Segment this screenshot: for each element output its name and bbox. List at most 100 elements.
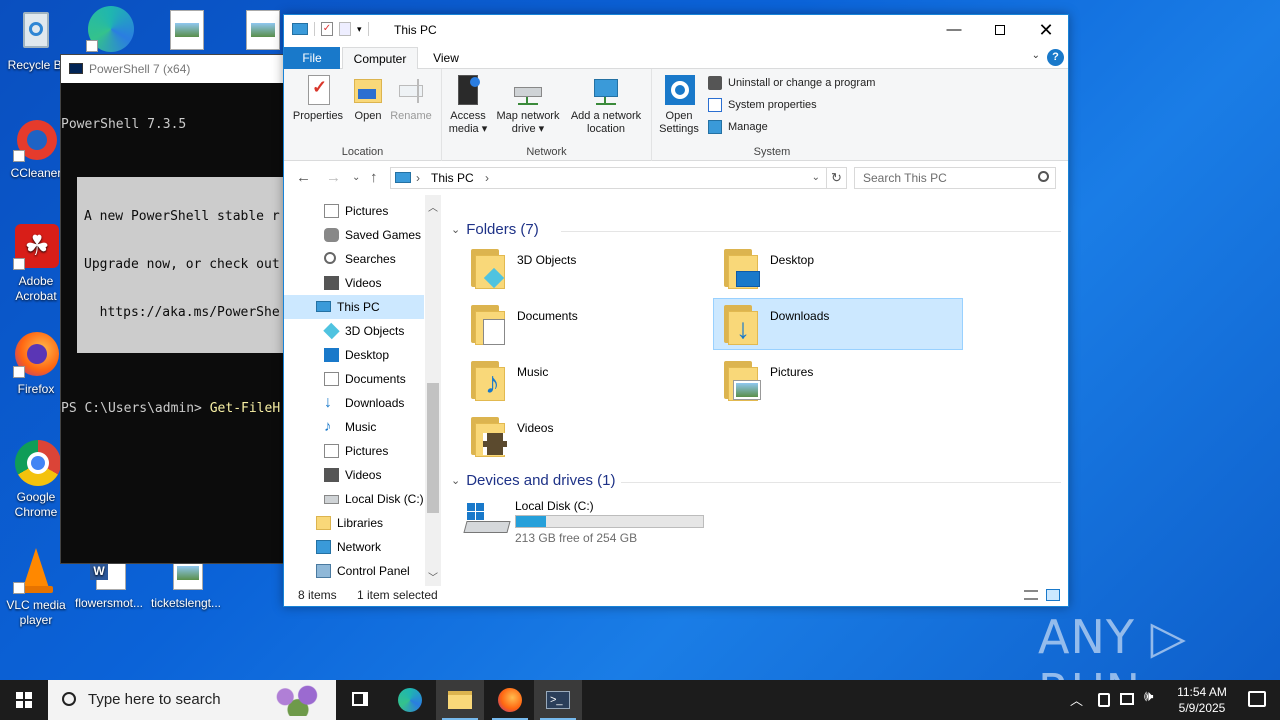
forward-arrow-icon[interactable]: → (326, 169, 341, 186)
ribbon-collapse-icon[interactable]: ⌄ (1032, 50, 1040, 61)
powershell-console[interactable]: PowerShell 7.3.5 A new PowerShell stable… (61, 83, 291, 449)
recycle-bin-icon (13, 8, 59, 54)
scrollbar-thumb[interactable] (427, 383, 439, 513)
address-dropdown-icon[interactable]: ⌄ (812, 168, 820, 188)
nav-item-libraries[interactable]: Libraries (284, 511, 424, 535)
nav-item-network[interactable]: Network (284, 535, 424, 559)
nav-item-3d-objects[interactable]: 3D Objects (284, 319, 424, 343)
desktop-icon-word-doc[interactable]: W flowersmot... (73, 556, 145, 611)
explorer-titlebar[interactable]: ✓ ▾ This PC — ✕ (284, 15, 1068, 47)
powershell-titlebar[interactable]: PowerShell 7 (x64) (61, 55, 291, 83)
scroll-up-icon[interactable]: ︿ (425, 199, 441, 214)
firefox-icon (498, 688, 522, 712)
folder-music[interactable]: ♪ Music (461, 355, 711, 407)
address-bar[interactable]: › This PC › ⌄ (390, 167, 827, 189)
refresh-button[interactable]: ↻ (827, 167, 847, 189)
drive-usage-bar (515, 515, 704, 528)
qat-dropdown-icon[interactable]: ▾ (357, 24, 362, 35)
search-input[interactable]: Search This PC (854, 167, 1056, 189)
image-thumbnail-icon (251, 23, 275, 37)
folder-desktop[interactable]: Desktop (714, 243, 964, 295)
taskbar-firefox[interactable] (486, 680, 534, 720)
nav-item-saved-games[interactable]: Saved Games (284, 223, 424, 247)
collapse-chevron-icon[interactable]: ⌄ (451, 223, 460, 236)
open-settings-label-2: Settings (659, 123, 699, 135)
tab-file[interactable]: File (284, 47, 340, 69)
system-properties-button[interactable]: System properties (708, 95, 817, 115)
tab-view[interactable]: View (424, 47, 468, 69)
manage-button[interactable]: Manage (708, 117, 768, 137)
collapse-chevron-icon[interactable]: ⌄ (451, 474, 460, 487)
nav-item-music[interactable]: ♪ Music (284, 415, 424, 439)
details-view-icon[interactable] (1024, 590, 1038, 600)
uninstall-program-button[interactable]: Uninstall or change a program (708, 73, 875, 93)
nav-item-pictures[interactable]: Pictures (284, 439, 424, 463)
access-media-button[interactable]: Access media ▾ (446, 73, 490, 136)
device-icon[interactable] (1098, 693, 1110, 707)
new-folder-qat-icon[interactable] (339, 22, 351, 36)
navigation-pane[interactable]: Pictures Saved Games Searches Videos Thi… (284, 195, 425, 586)
properties-qat-icon[interactable]: ✓ (321, 22, 333, 36)
map-network-drive-button[interactable]: Map network drive ▾ (492, 73, 564, 136)
task-view-button[interactable] (336, 680, 384, 720)
open-settings-button[interactable]: Open Settings (654, 73, 704, 136)
nav-item-videos[interactable]: Videos (284, 463, 424, 487)
taskbar-file-explorer[interactable] (436, 680, 484, 720)
nav-item-videos[interactable]: Videos (284, 271, 424, 295)
folder-pictures[interactable]: Pictures (714, 355, 964, 407)
rename-button[interactable]: Rename (388, 73, 434, 123)
nav-item-label: This PC (337, 300, 380, 314)
folder-downloads[interactable]: ↓ Downloads (713, 298, 963, 350)
folder-name: Videos (517, 421, 554, 435)
folder-3d-objects[interactable]: 3D Objects (461, 243, 711, 295)
maximize-button[interactable] (977, 15, 1023, 45)
file-explorer-window[interactable]: ✓ ▾ This PC — ✕ File Computer View ⌄ ? ✓… (283, 14, 1069, 607)
nav-item-pictures[interactable]: Pictures (284, 199, 424, 223)
recent-locations-chevron-icon[interactable]: ⌄ (352, 172, 360, 183)
search-icon (62, 692, 76, 706)
nav-item-downloads[interactable]: ↓ Downloads (284, 391, 424, 415)
desktop-icon-image-file-3[interactable] (246, 10, 280, 50)
open-button[interactable]: Open (348, 73, 388, 123)
nav-item-desktop[interactable]: Desktop (284, 343, 424, 367)
taskbar-powershell[interactable]: >_ (534, 680, 582, 720)
close-button[interactable]: ✕ (1023, 15, 1069, 45)
nav-item-documents[interactable]: Documents (284, 367, 424, 391)
minimize-button[interactable]: — (931, 15, 977, 45)
nav-item-this-pc[interactable]: This PC (284, 295, 424, 319)
folder-documents[interactable]: Documents (461, 299, 711, 351)
tab-computer[interactable]: Computer (342, 47, 418, 70)
desktop-icon-image-file-2[interactable] (170, 10, 204, 50)
powershell-window[interactable]: PowerShell 7 (x64) PowerShell 7.3.5 A ne… (60, 54, 292, 564)
nav-item-searches[interactable]: Searches (284, 247, 424, 271)
navigation-scrollbar[interactable]: ︿ ﹀ (425, 195, 441, 586)
folder-videos[interactable]: Videos (461, 411, 711, 463)
desktop-icon-edge[interactable] (86, 6, 136, 52)
network-icon[interactable] (1120, 693, 1134, 705)
nav-item-local-disk[interactable]: Local Disk (C:) (284, 487, 424, 511)
start-button[interactable] (0, 680, 48, 720)
show-hidden-icons-chevron-icon[interactable]: ︿ (1070, 690, 1083, 709)
this-pc-small-icon (395, 172, 411, 183)
notifications-icon[interactable] (1248, 691, 1266, 707)
content-pane[interactable]: ⌄ Folders (7) 3D Objects Desktop Documen… (441, 195, 1068, 586)
folders-section-header[interactable]: ⌄ Folders (7) (451, 221, 1061, 238)
drive-local-disk-c[interactable]: Local Disk (C:) 213 GB free of 254 GB (461, 495, 721, 547)
properties-button[interactable]: ✓ Properties (290, 73, 346, 123)
scroll-down-icon[interactable]: ﹀ (425, 569, 441, 584)
breadcrumb-this-pc[interactable]: This PC (431, 171, 474, 185)
clock[interactable]: 11:54 AM 5/9/2025 (1172, 684, 1232, 716)
help-icon[interactable]: ? (1047, 49, 1064, 66)
access-media-label: Access (450, 110, 486, 122)
large-icons-view-icon[interactable] (1046, 589, 1060, 601)
taskbar-edge[interactable] (386, 680, 434, 720)
devices-section-header[interactable]: ⌄ Devices and drives (1) (451, 472, 1061, 489)
add-network-location-button[interactable]: Add a network location (566, 73, 646, 136)
taskbar-search-box[interactable]: Type here to search (48, 680, 336, 720)
adobe-acrobat-icon: ☘ (13, 224, 59, 270)
back-arrow-icon[interactable]: ← (296, 169, 311, 186)
up-arrow-icon[interactable]: ↑ (370, 169, 378, 186)
nav-item-control-panel[interactable]: Control Panel (284, 559, 424, 583)
desktop-icon-image-file[interactable]: ticketslengt... (150, 556, 222, 611)
volume-icon[interactable]: 🕪 (1144, 688, 1153, 705)
